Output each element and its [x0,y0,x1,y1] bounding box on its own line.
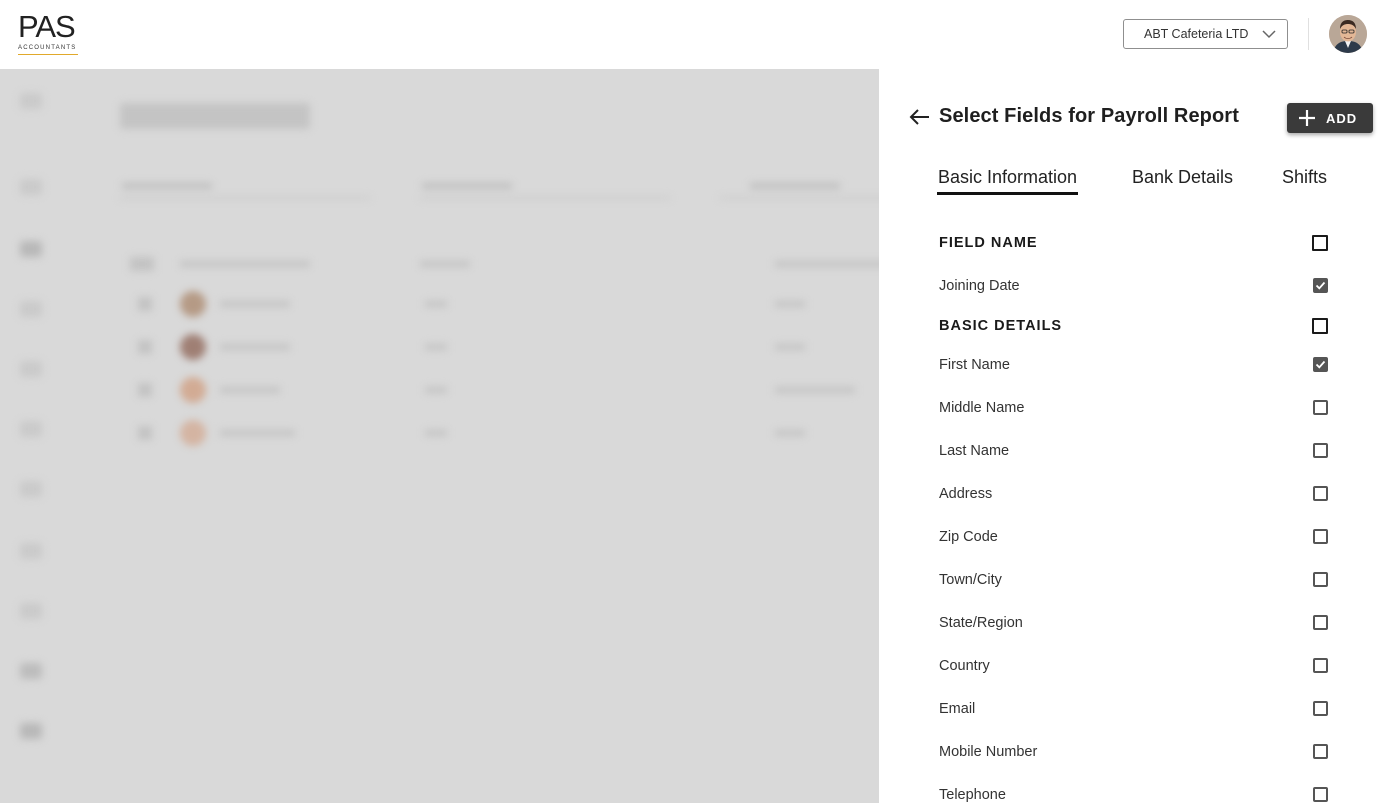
panel-title: Select Fields for Payroll Report [939,105,1239,127]
blurred-sidebar-icon [20,543,42,559]
top-header: PAS ACCOUNTANTS ABT Cafeteria LTD [0,0,1397,69]
blurred-table-row [130,334,870,360]
field-row: State/Region [939,612,1328,634]
field-label: Zip Code [939,529,998,545]
field-row: Country [939,655,1328,677]
section-select-all-checkbox[interactable] [1312,318,1328,334]
field-label: Country [939,658,990,674]
field-checkbox[interactable] [1313,278,1328,293]
field-checkbox[interactable] [1313,744,1328,759]
chevron-down-icon [1262,30,1276,39]
field-row: Town/City [939,569,1328,591]
blurred-page-title [120,103,310,129]
field-label: Telephone [939,787,1006,803]
field-label: First Name [939,357,1010,373]
field-checkbox[interactable] [1313,658,1328,673]
field-row: Joining Date [939,275,1328,297]
company-logo[interactable]: PAS ACCOUNTANTS [18,9,80,58]
logo-subtitle: ACCOUNTANTS [18,45,77,51]
blurred-sidebar-icon [20,663,42,679]
field-row: Telephone [939,784,1328,803]
field-checkbox[interactable] [1313,529,1328,544]
field-checkbox[interactable] [1313,615,1328,630]
blurred-sidebar-icon [20,421,42,437]
user-avatar[interactable] [1329,15,1367,53]
tab-shifts[interactable]: Shifts [1282,167,1327,188]
blurred-sidebar-icon [20,361,42,377]
field-row: Last Name [939,440,1328,462]
field-checkbox[interactable] [1313,486,1328,501]
field-checkbox[interactable] [1313,701,1328,716]
section-header-row: FIELD NAME [939,232,1328,254]
header-divider [1308,18,1309,50]
tab-bank-details[interactable]: Bank Details [1132,167,1233,188]
field-checkbox[interactable] [1313,400,1328,415]
section-header-label: BASIC DETAILS [939,318,1063,334]
blurred-sidebar-icon [20,301,42,317]
field-row: Zip Code [939,526,1328,548]
back-arrow-icon[interactable] [907,107,931,127]
select-fields-panel: Select Fields for Payroll Report ADD Bas… [879,69,1397,803]
company-select[interactable]: ABT Cafeteria LTD [1123,19,1288,49]
section-select-all-checkbox[interactable] [1312,235,1328,251]
checkmark-icon [1315,281,1326,290]
field-row: Middle Name [939,397,1328,419]
blurred-sidebar-icon [20,93,42,109]
field-label: Mobile Number [939,744,1038,760]
blurred-sidebar-icon [20,723,42,739]
field-checkbox[interactable] [1313,443,1328,458]
field-label: Joining Date [939,278,1020,294]
blurred-search-field [720,165,879,199]
field-row: Email [939,698,1328,720]
avatar-image [1329,15,1367,53]
logo-accent-line [18,54,78,55]
add-button-label: ADD [1326,110,1358,126]
company-select-value: ABT Cafeteria LTD [1144,27,1249,41]
field-checkbox[interactable] [1313,572,1328,587]
blurred-background-page [0,69,879,803]
add-button[interactable]: ADD [1287,103,1373,133]
field-row: First Name [939,354,1328,376]
blurred-table-row [130,420,870,446]
blurred-filter-field [420,165,670,199]
field-label: Last Name [939,443,1010,459]
blurred-sidebar-icon [20,481,42,497]
field-label: Address [939,486,993,502]
field-label: State/Region [939,615,1023,631]
tab-basic-information[interactable]: Basic Information [936,167,1079,195]
section-header-label: FIELD NAME [939,235,1038,251]
blurred-sidebar-icon [20,241,42,257]
logo-wordmark: PAS [18,9,76,44]
field-checkbox[interactable] [1313,357,1328,372]
blurred-sidebar-icon [20,603,42,619]
field-label: Town/City [939,572,1002,588]
blurred-content [0,69,879,803]
blurred-table-row [130,291,870,317]
field-row: Mobile Number [939,741,1328,763]
checkmark-icon [1315,360,1326,369]
field-label: Email [939,701,976,717]
blurred-table-header [130,251,879,277]
field-checkbox[interactable] [1313,787,1328,802]
section-header-row: BASIC DETAILS [939,315,1328,337]
field-row: Address [939,483,1328,505]
blurred-filter-field [120,165,370,199]
blurred-sidebar-icon [20,179,42,195]
blurred-table-row [130,377,870,403]
field-label: Middle Name [939,400,1025,416]
plus-icon [1299,110,1315,126]
